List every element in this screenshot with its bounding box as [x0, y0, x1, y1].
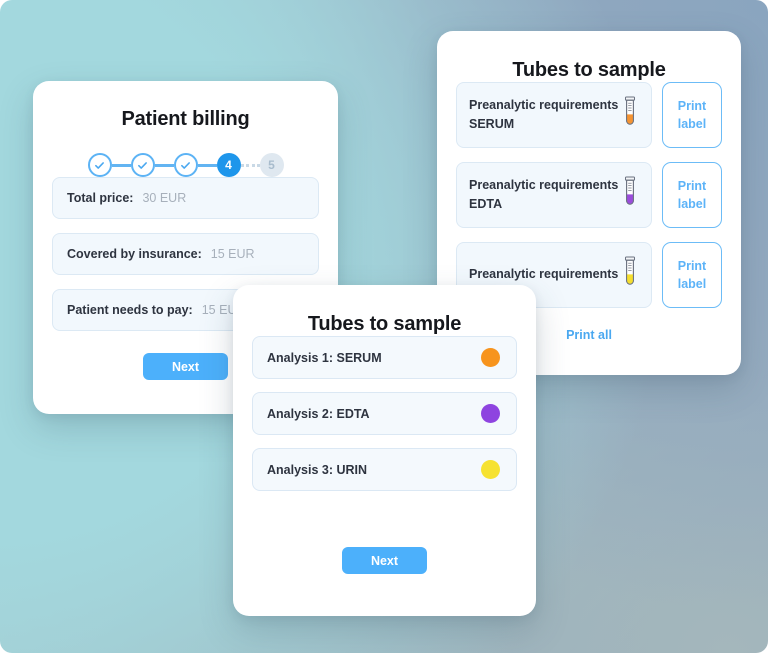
analysis-label-3: Analysis 3: URIN: [267, 462, 368, 477]
analysis-label-2: Analysis 2: EDTA: [267, 406, 370, 421]
stepper-connector-2: [154, 163, 174, 167]
sample-color-dot-edta: [481, 404, 500, 423]
billing-next-button[interactable]: Next: [143, 353, 228, 380]
billing-card-title: Patient billing: [121, 108, 250, 130]
analysis-label-1: Analysis 1: SERUM: [267, 350, 382, 365]
check-icon: [137, 160, 148, 171]
print-label-button-serum[interactable]: Print label: [662, 82, 722, 148]
billing-stepper: 4 5: [33, 153, 338, 177]
preanalytic-requirements-box-edta[interactable]: Preanalytic requirements EDTA: [456, 162, 652, 228]
stepper-step-1[interactable]: [87, 153, 112, 177]
test-tube-icon: [621, 176, 639, 215]
app-background: Patient billing 4 5 Total price: 30 EUR …: [0, 0, 768, 653]
total-price-value: 30 EUR: [142, 191, 187, 205]
sample-color-dot-urin: [481, 460, 500, 479]
requirement-sample-type: SERUM: [469, 117, 515, 131]
print-label-button-edta[interactable]: Print label: [662, 162, 722, 228]
list-item[interactable]: Analysis 1: SERUM: [252, 336, 517, 379]
tube-row: Preanalytic requirements EDTA Print labe…: [456, 162, 722, 228]
requirement-text-serum: Preanalytic requirements SERUM: [469, 96, 618, 135]
stepper-step-4[interactable]: 4: [216, 153, 241, 177]
stepper-step-2[interactable]: [130, 153, 155, 177]
requirement-text-edta: Preanalytic requirements EDTA: [469, 176, 618, 215]
print-label-button-urin[interactable]: Print label: [662, 242, 722, 308]
stepper-step-5[interactable]: 5: [259, 153, 284, 177]
test-tube-icon: [621, 256, 639, 295]
covered-by-insurance-field: Covered by insurance: 15 EUR: [52, 233, 319, 275]
list-item[interactable]: Analysis 2: EDTA: [252, 392, 517, 435]
stepper-step-3[interactable]: [173, 153, 198, 177]
stepper-connector-1: [111, 163, 131, 167]
stepper-connector-4: [240, 163, 260, 167]
tubes-back-card-title: Tubes to sample: [512, 59, 666, 81]
covered-by-insurance-label: Covered by insurance:: [67, 247, 202, 261]
check-icon: [180, 160, 191, 171]
tubes-next-button[interactable]: Next: [342, 547, 427, 574]
requirement-text-urin: Preanalytic requirements: [469, 265, 618, 284]
requirement-title: Preanalytic requirements: [469, 97, 619, 112]
test-tube-icon: [621, 96, 639, 135]
check-icon: [94, 160, 105, 171]
requirement-title: Preanalytic requirements: [469, 177, 619, 192]
total-price-field: Total price: 30 EUR: [52, 177, 319, 219]
tube-row: Preanalytic requirements SERUM Print lab…: [456, 82, 722, 148]
preanalytic-requirements-box-serum[interactable]: Preanalytic requirements SERUM: [456, 82, 652, 148]
covered-by-insurance-value: 15 EUR: [210, 247, 255, 261]
tubes-to-sample-front-card: Tubes to sample Analysis 1: SERUM Analys…: [233, 285, 536, 616]
patient-needs-to-pay-label: Patient needs to pay:: [67, 303, 193, 317]
stepper-connector-3: [197, 163, 217, 167]
requirement-sample-type: EDTA: [469, 197, 503, 211]
sample-color-dot-serum: [481, 348, 500, 367]
total-price-label: Total price:: [67, 191, 134, 205]
tubes-front-card-title: Tubes to sample: [307, 313, 462, 335]
list-item[interactable]: Analysis 3: URIN: [252, 448, 517, 491]
requirement-title: Preanalytic requirements: [469, 267, 619, 282]
